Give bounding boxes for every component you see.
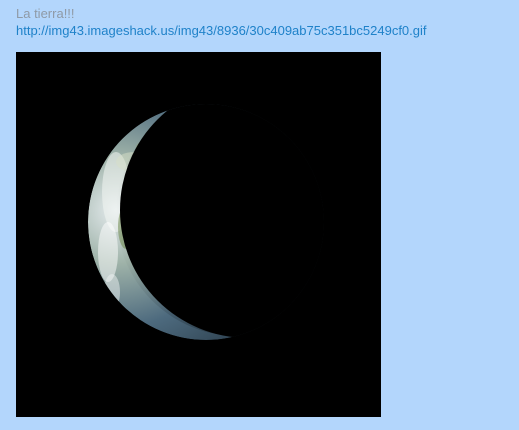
earth-crescent-image <box>88 104 324 340</box>
tweet-text: La tierra!!! <box>16 6 75 21</box>
earth-photo[interactable] <box>16 52 381 417</box>
tweet: La tierra!!! http://img43.imageshack.us/… <box>16 6 506 40</box>
image-link[interactable]: http://img43.imageshack.us/img43/8936/30… <box>16 23 427 39</box>
